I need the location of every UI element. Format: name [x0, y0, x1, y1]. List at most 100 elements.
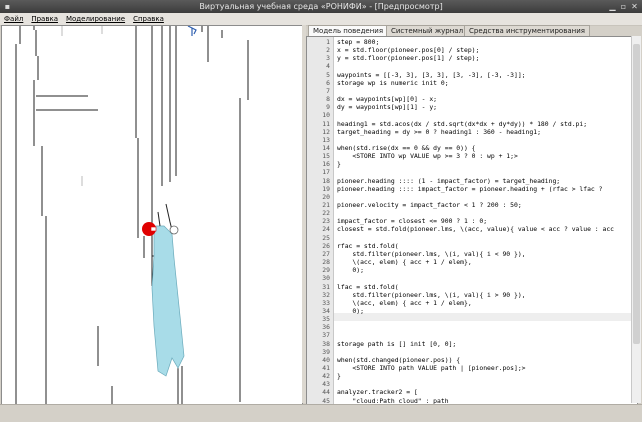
title-bar: ▪ Виртуальная учебная среда «РОНИФИ» - […	[0, 0, 642, 13]
line-number: 35	[322, 315, 330, 324]
line-number: 6	[326, 78, 330, 87]
line-number: 29	[322, 266, 330, 275]
line-number: 2	[326, 46, 330, 55]
line-number: 23	[322, 217, 330, 226]
line-number: 5	[326, 70, 330, 79]
code-line[interactable]: y = std.floor(pioneer.pos[1] / step);	[337, 54, 479, 62]
code-line[interactable]: heading1 = std.acos(dx / std.sqrt(dx*dx …	[337, 120, 587, 128]
line-number: 4	[326, 62, 330, 71]
code-line[interactable]: std.filter(pioneer.lms, \(i, val){ i > 9…	[337, 291, 525, 299]
line-number: 11	[322, 119, 330, 128]
line-number: 10	[322, 111, 330, 120]
robot-sensor	[150, 226, 157, 232]
maximize-icon[interactable]: ▫	[619, 2, 628, 11]
code-line[interactable]: impact_factor = closest <= 900 ? 1 : 0;	[337, 217, 487, 225]
map-canvas	[15, 26, 249, 404]
line-number: 24	[322, 225, 330, 234]
line-number: 38	[322, 339, 330, 348]
code-line[interactable]: \(acc, elem) { acc + 1 / elem},	[337, 299, 471, 307]
code-line[interactable]: x = std.floor(pioneer.pos[0] / step);	[337, 46, 479, 54]
menu-file[interactable]: Файл	[4, 15, 23, 23]
tab-bar: Модель поведения Системный журнал Средст…	[306, 25, 642, 37]
code-line[interactable]: when(std.rise(dx == 0 && dy == 0)) {	[337, 144, 476, 152]
line-number: 42	[322, 372, 330, 381]
scrollbar-thumb[interactable]	[633, 44, 640, 344]
code-line[interactable]: 0);	[337, 266, 364, 274]
cursor-icon	[187, 26, 197, 36]
code-line[interactable]: dx = waypoints[wp][0] - x;	[337, 95, 437, 103]
code-line[interactable]: rfac = std.fold(	[337, 242, 399, 250]
code-line[interactable]: closest = std.fold(pioneer.lms, \(acc, v…	[337, 225, 614, 233]
editor-vertical-scrollbar[interactable]	[631, 36, 641, 403]
line-number: 34	[322, 306, 330, 315]
menu-edit[interactable]: Правка	[31, 15, 58, 23]
line-number: 17	[322, 168, 330, 177]
line-number: 30	[322, 274, 330, 283]
line-number: 41	[322, 364, 330, 372]
line-number: 18	[322, 176, 330, 185]
tab-system-log[interactable]: Системный журнал	[386, 25, 469, 36]
line-number-gutter: 1 2 3 4 5 6 7 8 9 10 11 12 13 14 15 16 17 18 19 20 21 22 23 24 2…	[307, 37, 334, 404]
tab-instrumentation[interactable]: Средства инструментирования	[464, 25, 590, 36]
code-line[interactable]: waypoints = [[-3, 3], [3, 3], [3, -3], […	[337, 71, 526, 79]
map-walls	[15, 26, 249, 404]
status-bar	[0, 404, 642, 422]
menu-simulation[interactable]: Моделирование	[66, 15, 125, 23]
line-number: 13	[322, 135, 330, 144]
code-line[interactable]: step = 800;	[337, 38, 379, 46]
line-number: 43	[322, 380, 330, 389]
line-number: 28	[322, 258, 330, 267]
code-line[interactable]: }	[337, 160, 341, 168]
code-area[interactable]: step = 800; x = std.floor(pioneer.pos[0] …	[337, 37, 637, 404]
line-number: 19	[322, 184, 330, 193]
line-number: 12	[322, 127, 330, 136]
code-line[interactable]: <STORE INTO path VALUE path | [pioneer.p…	[337, 364, 525, 372]
right-panel: Модель поведения Системный журнал Средст…	[306, 25, 642, 405]
code-line[interactable]: 0);	[337, 307, 364, 315]
line-number: 36	[322, 323, 330, 332]
code-line[interactable]: dy = waypoints[wp][1] - y;	[337, 103, 437, 111]
code-line[interactable]: }	[337, 372, 341, 380]
code-line[interactable]: \(acc, elem) { acc + 1 / elem},	[337, 258, 471, 266]
line-number: 14	[322, 143, 330, 152]
line-number: 40	[322, 355, 330, 364]
code-line[interactable]: <STORE INTO wp VALUE wp >= 3 ? 0 : wp + …	[337, 152, 517, 160]
line-number: 39	[322, 347, 330, 356]
line-number: 3	[326, 54, 330, 63]
line-number: 32	[322, 290, 330, 299]
line-number: 1	[326, 38, 330, 46]
line-number: 9	[326, 103, 330, 112]
code-editor[interactable]: 1 2 3 4 5 6 7 8 9 10 11 12 13 14 15 16 17 18 19 20 21 22 23 24 2…	[306, 36, 638, 405]
code-line[interactable]: pioneer.heading :::: impact_factor = pio…	[337, 185, 602, 193]
code-line[interactable]: storage path is [] init [0, 0];	[337, 340, 456, 348]
line-number: 16	[322, 160, 330, 169]
line-number: 21	[322, 201, 330, 209]
code-line[interactable]: pioneer.heading :::: (1 - impact_factor)…	[337, 177, 560, 185]
menu-help[interactable]: Справка	[133, 15, 164, 23]
simulation-map-view[interactable]	[1, 25, 303, 405]
line-number: 20	[322, 192, 330, 201]
line-number: 33	[322, 298, 330, 307]
line-number: 7	[326, 86, 330, 95]
code-line[interactable]: analyzer.tracker2 = [	[337, 388, 418, 396]
lidar-scan-area	[151, 225, 185, 377]
line-number: 44	[322, 388, 330, 397]
line-number: 25	[322, 233, 330, 242]
code-line[interactable]: lfac = std.fold(	[337, 283, 399, 291]
line-number: 37	[322, 331, 330, 340]
line-number: 26	[322, 241, 330, 250]
line-number: 27	[322, 249, 330, 258]
line-number: 8	[326, 95, 330, 104]
line-number: 15	[322, 152, 330, 161]
code-line[interactable]: when(std.changed(pioneer.pos)) {	[337, 356, 460, 364]
code-line[interactable]: pioneer.velocity = impact_factor < 1 ? 2…	[337, 201, 522, 209]
minimize-icon[interactable]: ▁	[608, 2, 617, 11]
code-line[interactable]: std.filter(pioneer.lms, \(i, val){ i < 9…	[337, 250, 525, 258]
window-title: Виртуальная учебная среда «РОНИФИ» - [Пр…	[199, 2, 443, 11]
code-line[interactable]: storage wp is numeric init 0;	[337, 79, 449, 87]
close-icon[interactable]: ✕	[630, 2, 639, 11]
code-line[interactable]: target_heading = dy >= 0 ? heading1 : 36…	[337, 128, 541, 136]
line-number: 22	[322, 209, 330, 218]
line-number: 31	[322, 282, 330, 291]
waypoint-marker	[169, 225, 179, 235]
